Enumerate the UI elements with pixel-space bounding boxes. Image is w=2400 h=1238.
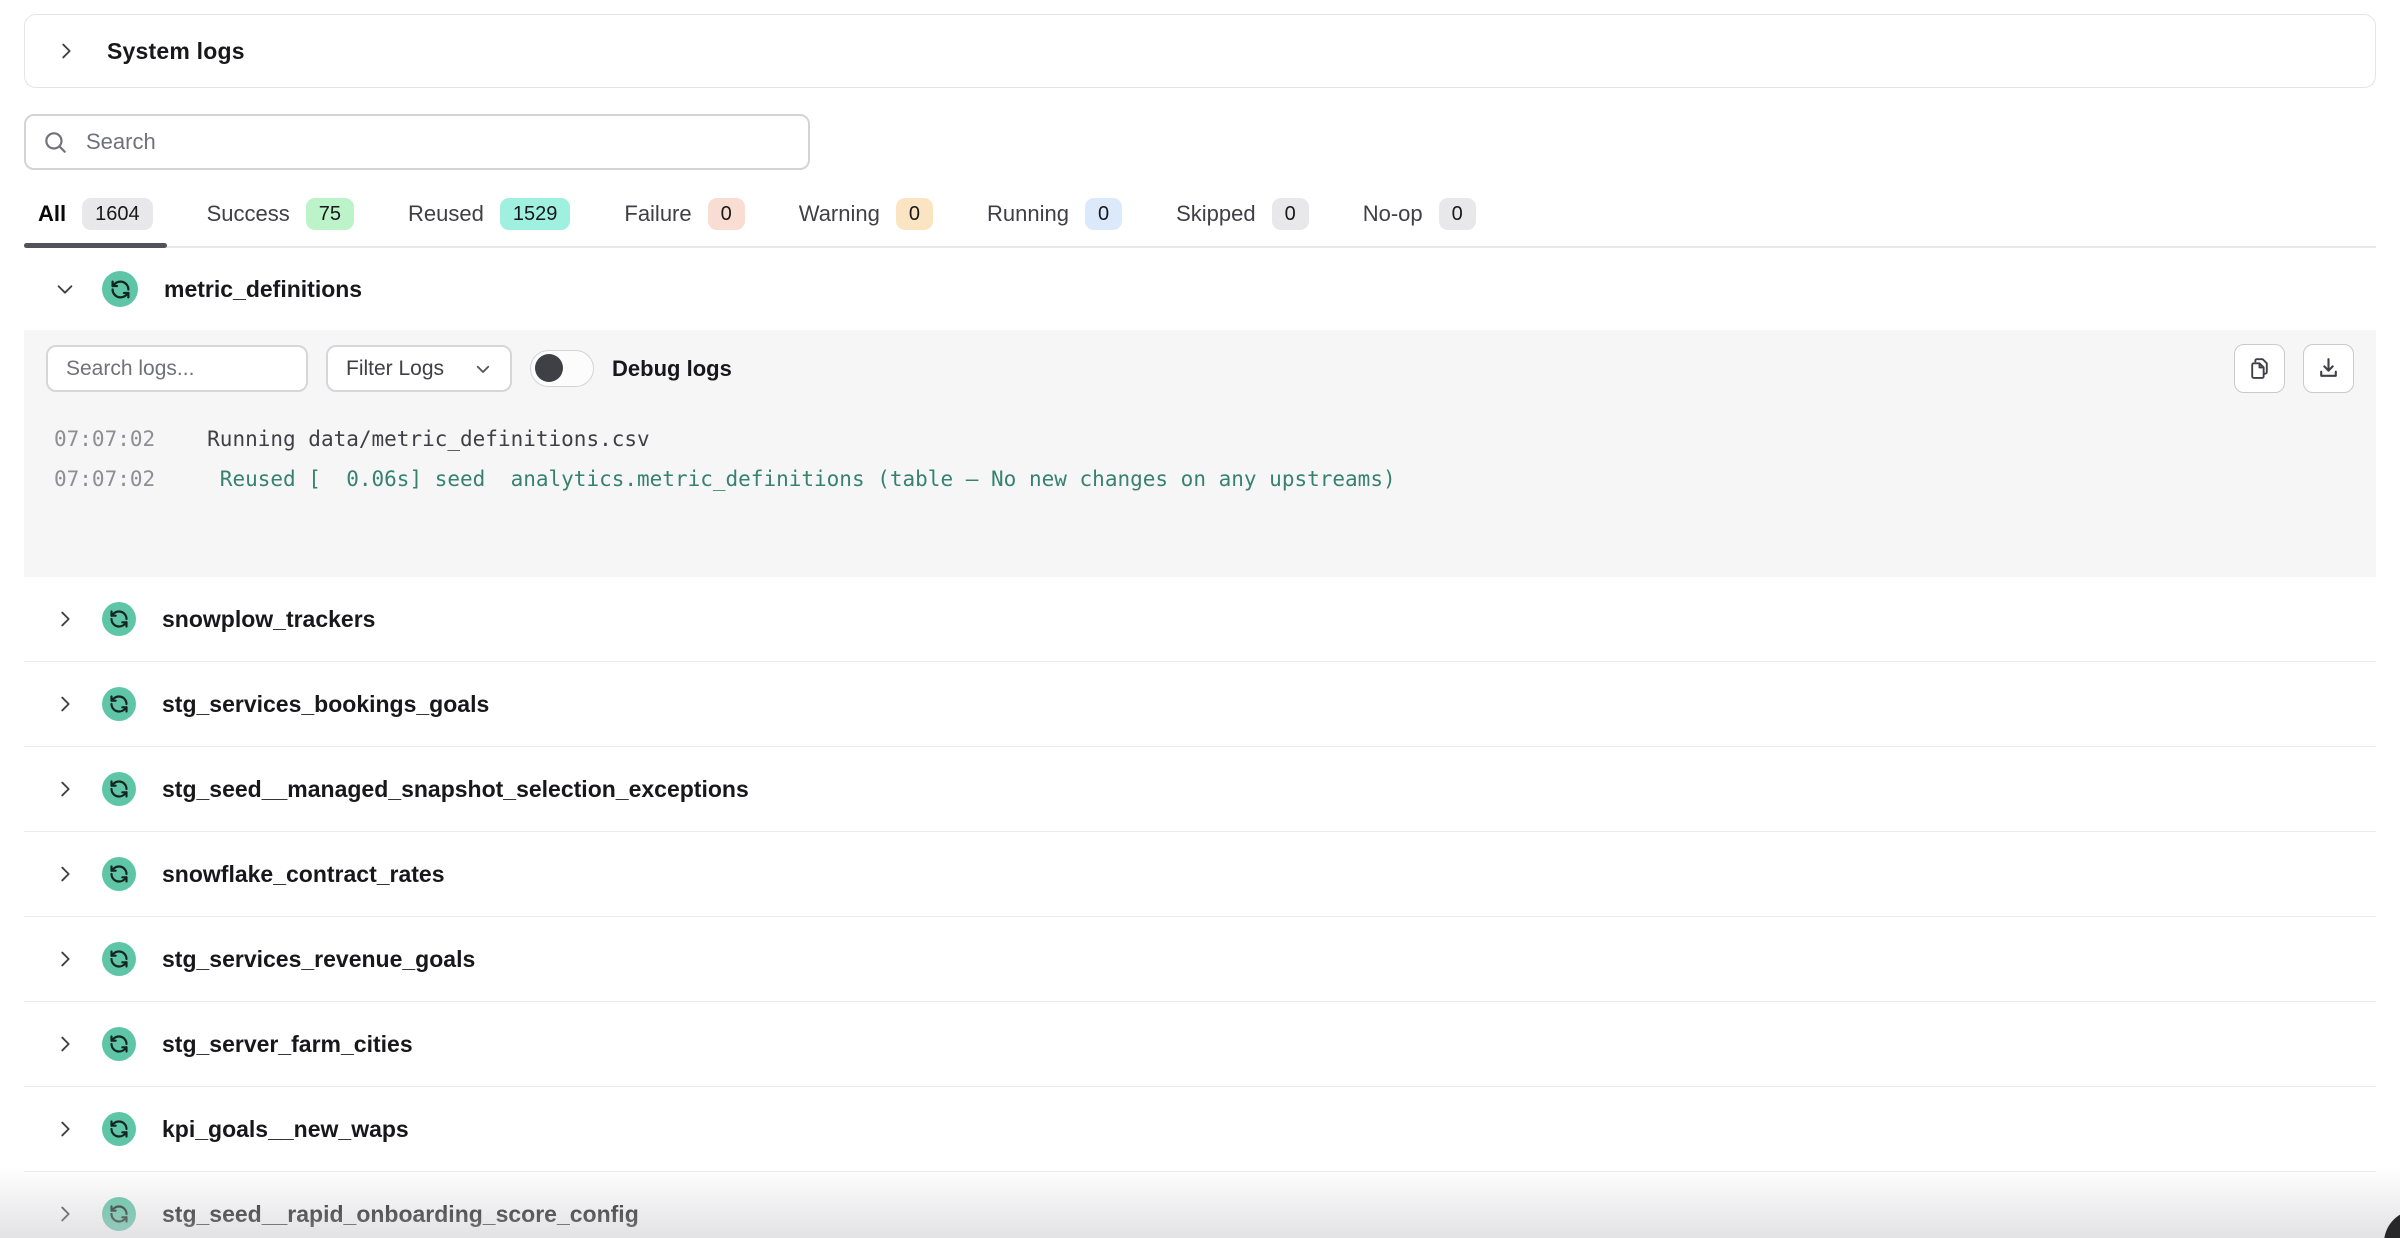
reused-status-icon <box>102 857 136 891</box>
chevron-right-icon <box>54 778 76 800</box>
section-row[interactable]: stg_seed__managed_snapshot_selection_exc… <box>24 747 2376 832</box>
chevron-right-icon <box>54 1033 76 1055</box>
reused-status-icon <box>102 942 136 976</box>
debug-logs-label: Debug logs <box>612 356 732 382</box>
reused-status-icon <box>102 772 136 806</box>
tab-count-badge: 0 <box>1272 198 1309 230</box>
reused-status-icon <box>102 687 136 721</box>
tab-label: Reused <box>408 201 484 227</box>
system-logs-title: System logs <box>107 38 245 65</box>
toggle-knob <box>535 354 563 382</box>
status-tab[interactable]: Warning 0 <box>785 188 947 246</box>
section-name: stg_server_farm_cities <box>162 1031 413 1058</box>
section-name: stg_seed__managed_snapshot_selection_exc… <box>162 776 749 803</box>
chevron-right-icon <box>54 863 76 885</box>
reused-status-icon <box>102 1197 136 1231</box>
chevron-down-icon <box>474 360 492 378</box>
tab-label: Success <box>207 201 290 227</box>
chevron-down-icon <box>54 278 76 300</box>
log-line: 07:07:02 Running data/metric_definitions… <box>54 419 2346 459</box>
section-name: metric_definitions <box>164 276 362 303</box>
tab-label: All <box>38 201 66 227</box>
status-tab[interactable]: Success 75 <box>193 188 368 246</box>
status-tab[interactable]: Reused 1529 <box>394 188 584 246</box>
log-explorer-page: System logs All 1604 Success 75 Reused 1… <box>0 0 2400 1238</box>
log-line: 07:07:02 Reused [ 0.06s] seed analytics.… <box>54 459 2346 499</box>
chevron-right-icon <box>54 1118 76 1140</box>
section-row[interactable]: snowflake_contract_rates <box>24 832 2376 917</box>
section-row[interactable]: kpi_goals__new_waps <box>24 1087 2376 1172</box>
tab-label: Running <box>987 201 1069 227</box>
section-name: snowplow_trackers <box>162 606 375 633</box>
section-name: stg_services_revenue_goals <box>162 946 475 973</box>
tab-label: No-op <box>1363 201 1423 227</box>
section-list: snowplow_trackers stg_services_bookings_… <box>24 577 2376 1238</box>
tab-count-badge: 0 <box>896 198 933 230</box>
status-tab[interactable]: No-op 0 <box>1349 188 1490 246</box>
section-row[interactable]: snowplow_trackers <box>24 577 2376 662</box>
tab-count-badge: 1604 <box>82 198 153 230</box>
filter-logs-label: Filter Logs <box>346 357 444 381</box>
tab-count-badge: 1529 <box>500 198 571 230</box>
tab-label: Skipped <box>1176 201 1256 227</box>
download-logs-button[interactable] <box>2303 344 2354 393</box>
log-output[interactable]: 07:07:02 Running data/metric_definitions… <box>46 393 2354 499</box>
filter-logs-dropdown[interactable]: Filter Logs <box>326 345 512 392</box>
log-search-input[interactable] <box>46 345 308 392</box>
log-message: Running data/metric_definitions.csv <box>207 419 650 459</box>
chevron-right-icon <box>54 608 76 630</box>
system-logs-section[interactable]: System logs <box>24 14 2376 88</box>
reused-status-icon <box>102 1027 136 1061</box>
copy-logs-button[interactable] <box>2234 344 2285 393</box>
tab-count-badge: 0 <box>1439 198 1476 230</box>
reused-status-icon <box>102 602 136 636</box>
tab-count-badge: 0 <box>1085 198 1122 230</box>
section-row[interactable]: stg_server_farm_cities <box>24 1002 2376 1087</box>
log-controls: Filter Logs Debug logs <box>46 344 2354 393</box>
status-tab[interactable]: All 1604 <box>24 188 167 246</box>
log-timestamp: 07:07:02 <box>54 419 155 459</box>
status-tabs: All 1604 Success 75 Reused 1529 Failure … <box>24 188 2376 248</box>
section-row[interactable]: stg_seed__rapid_onboarding_score_config <box>24 1172 2376 1238</box>
log-timestamp: 07:07:02 <box>54 459 155 499</box>
tab-count-badge: 0 <box>708 198 745 230</box>
search-box[interactable] <box>24 114 810 170</box>
debug-logs-toggle[interactable] <box>530 350 594 387</box>
section-name: snowflake_contract_rates <box>162 861 445 888</box>
chevron-right-icon <box>54 693 76 715</box>
download-icon <box>2316 356 2341 381</box>
tab-label: Warning <box>799 201 880 227</box>
tab-count-badge: 75 <box>306 198 354 230</box>
section-name: stg_seed__rapid_onboarding_score_config <box>162 1201 639 1228</box>
chevron-right-icon <box>54 1203 76 1225</box>
section-header-metric-definitions[interactable]: metric_definitions <box>24 248 2376 330</box>
section-name: kpi_goals__new_waps <box>162 1116 409 1143</box>
log-message: Reused [ 0.06s] seed analytics.metric_de… <box>207 459 1395 499</box>
status-tab[interactable]: Failure 0 <box>610 188 758 246</box>
status-tab[interactable]: Running 0 <box>973 188 1136 246</box>
section-row[interactable]: stg_services_revenue_goals <box>24 917 2376 1002</box>
reused-status-icon <box>102 271 138 307</box>
tab-label: Failure <box>624 201 691 227</box>
reused-status-icon <box>102 1112 136 1146</box>
status-tab[interactable]: Skipped 0 <box>1162 188 1323 246</box>
chevron-right-icon <box>55 40 77 62</box>
search-icon <box>42 129 68 155</box>
chevron-right-icon <box>54 948 76 970</box>
copy-icon <box>2247 356 2272 381</box>
search-input[interactable] <box>84 128 792 156</box>
log-panel: Filter Logs Debug logs <box>24 330 2376 577</box>
section-row[interactable]: stg_services_bookings_goals <box>24 662 2376 747</box>
floating-action-button-partial[interactable] <box>2384 1210 2400 1238</box>
section-name: stg_services_bookings_goals <box>162 691 489 718</box>
